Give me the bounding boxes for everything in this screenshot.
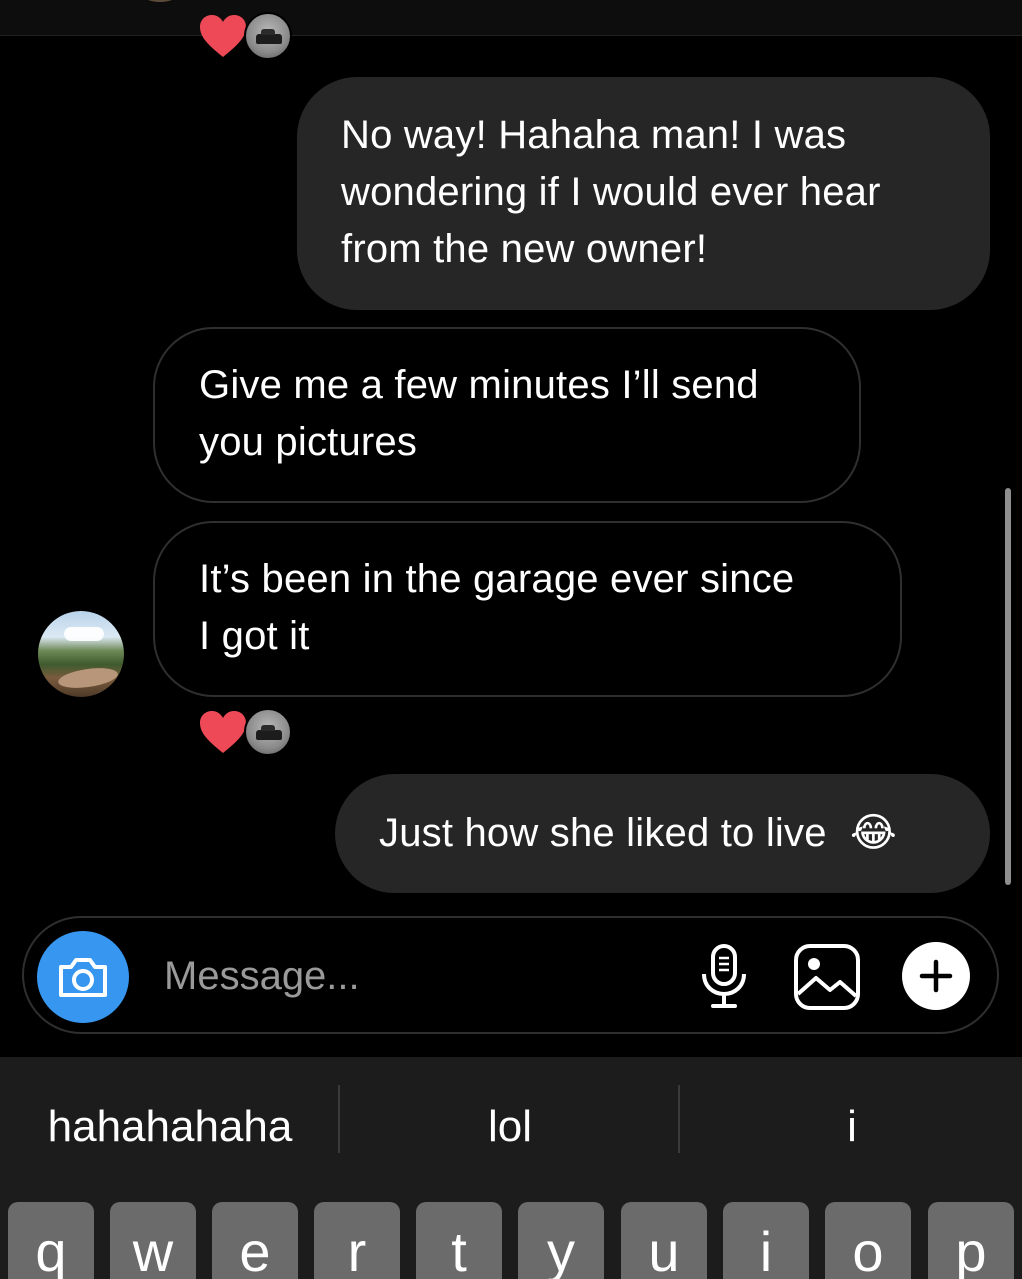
suggestion-divider (678, 1085, 680, 1153)
key-o[interactable]: o (825, 1202, 911, 1279)
plus-icon (919, 959, 953, 993)
message-text-line: I got it (199, 614, 310, 658)
reactor-avatar (244, 708, 292, 756)
message-reactions[interactable] (198, 12, 292, 60)
camera-icon (59, 958, 107, 997)
message-text-line: you pictures (199, 420, 418, 464)
key-t[interactable]: t (416, 1202, 502, 1279)
message-text-line: No way! Hahaha man! I was (341, 113, 847, 157)
voice-message-button[interactable] (696, 942, 752, 1012)
message-text-line: wondering if I would ever hear (341, 170, 881, 214)
camera-button[interactable] (37, 931, 129, 1023)
key-i[interactable]: i (723, 1202, 809, 1279)
microphone-icon (702, 944, 746, 1008)
received-message-bubble[interactable]: It’s been in the garage ever since I got… (153, 521, 902, 697)
sent-message-bubble[interactable]: Just how she liked to live 😂 (335, 774, 990, 893)
laughing-emoji: 😂 (849, 811, 897, 855)
key-u[interactable]: u (621, 1202, 707, 1279)
gallery-icon (794, 944, 860, 1010)
message-text: Just how she liked to live (379, 811, 827, 855)
message-text-line: Give me a few minutes I’ll send (199, 363, 759, 407)
received-message-bubble[interactable]: Give me a few minutes I’ll send you pict… (153, 327, 861, 503)
sender-avatar[interactable] (38, 611, 124, 697)
heart-icon (200, 711, 246, 753)
chat-scrollbar[interactable] (1005, 488, 1011, 885)
add-more-button[interactable] (902, 942, 970, 1010)
suggestion-2[interactable]: lol (340, 1095, 680, 1159)
suggestion-3[interactable]: i (682, 1095, 1022, 1159)
message-composer (22, 916, 999, 1034)
message-reactions[interactable] (198, 708, 292, 756)
message-text-line: It’s been in the garage ever since (199, 557, 795, 601)
heart-icon (200, 15, 246, 57)
header-avatar[interactable] (140, 0, 180, 2)
key-w[interactable]: w (110, 1202, 196, 1279)
chat-header (0, 0, 1022, 36)
message-input[interactable] (164, 948, 664, 1004)
key-y[interactable]: y (518, 1202, 604, 1279)
suggestion-1[interactable]: hahahahaha (0, 1095, 340, 1159)
reactor-avatar (244, 12, 292, 60)
sent-message-bubble[interactable]: No way! Hahaha man! I was wondering if I… (297, 77, 990, 310)
key-q[interactable]: q (8, 1202, 94, 1279)
key-p[interactable]: p (928, 1202, 1014, 1279)
key-e[interactable]: e (212, 1202, 298, 1279)
gallery-button[interactable] (792, 942, 862, 1012)
message-text-line: from the new owner! (341, 227, 708, 271)
key-r[interactable]: r (314, 1202, 400, 1279)
